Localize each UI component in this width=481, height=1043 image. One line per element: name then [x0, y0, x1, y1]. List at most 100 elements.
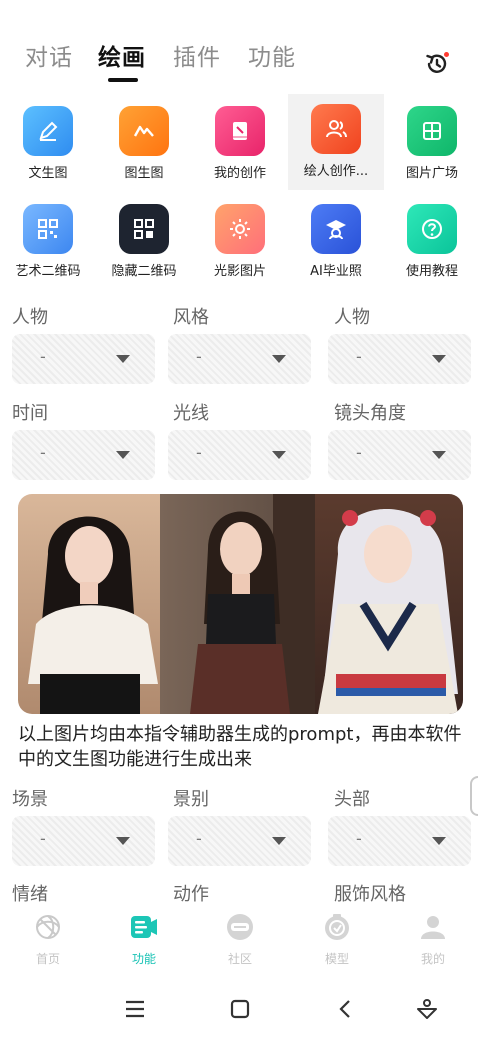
nav-label: 社区: [227, 952, 252, 966]
bottom-nav-bar: 首页 功能 社区 模型 我的: [0, 904, 481, 974]
model-icon: [325, 914, 349, 940]
dropdown-character-2[interactable]: -: [328, 334, 471, 384]
selector-label-head: 头部: [334, 789, 370, 810]
dropdown-arrow-icon: [272, 355, 286, 363]
selector-label-emotion: 情绪: [12, 884, 48, 905]
dropdown-value: -: [196, 829, 202, 848]
grid-label: AI毕业照: [310, 264, 362, 279]
grid-item-image-to-image[interactable]: 图生图: [96, 96, 192, 194]
grid-item-light-shadow[interactable]: 光影图片: [192, 194, 288, 292]
dropdown-arrow-icon: [116, 837, 130, 845]
nav-item-profile[interactable]: 我的: [403, 912, 463, 967]
dropdown-scene[interactable]: -: [12, 816, 155, 866]
side-scroll-handle[interactable]: [470, 776, 478, 816]
grid-label: 艺术二维码: [15, 264, 81, 279]
dropdown-arrow-icon: [432, 355, 446, 363]
dropdown-value: -: [196, 443, 202, 462]
selector-label-shot: 景别: [173, 789, 209, 810]
nav-item-home[interactable]: 首页: [18, 912, 78, 967]
sample-caption: 以上图片均由本指令辅助器生成的prompt，再由本软件中的文生图功能进行生成出来: [18, 724, 462, 770]
tab-chat[interactable]: 对话: [25, 38, 73, 72]
sun-icon: [215, 204, 265, 254]
graduate-icon: [311, 204, 361, 254]
grid-label: 绘人创作...: [303, 164, 369, 179]
grid-label: 图片广场: [405, 166, 458, 181]
tab-drawing[interactable]: 绘画: [98, 38, 146, 72]
book-icon: [215, 106, 265, 156]
dropdown-style[interactable]: -: [168, 334, 311, 384]
dropdown-value: -: [196, 347, 202, 366]
function-icon: [131, 916, 157, 938]
community-icon: [227, 914, 253, 940]
dropdown-arrow-icon: [432, 451, 446, 459]
grid-label: 我的创作: [213, 166, 266, 181]
mountain-icon: [119, 106, 169, 156]
help-icon: [407, 204, 457, 254]
selector-label-character: 人物: [12, 307, 48, 328]
dropdown-arrow-icon: [116, 355, 130, 363]
back-icon[interactable]: [334, 997, 358, 1021]
menu-icon[interactable]: [123, 997, 147, 1021]
tab-plugins[interactable]: 插件: [173, 38, 221, 72]
tab-functions[interactable]: 功能: [248, 38, 296, 72]
grid-item-image-plaza[interactable]: 图片广场: [384, 96, 480, 194]
selector-label-action: 动作: [173, 884, 209, 905]
nav-label: 功能: [131, 952, 156, 966]
dropdown-value: -: [356, 347, 362, 366]
grid-item-text-to-image[interactable]: 文生图: [0, 96, 96, 194]
people-icon: [311, 104, 361, 154]
dropdown-time[interactable]: -: [12, 430, 155, 480]
grid-label: 文生图: [28, 166, 68, 181]
dropdown-value: -: [40, 347, 46, 366]
grid-item-portrait-creation[interactable]: 绘人创作...: [288, 94, 384, 190]
pen-icon: [23, 106, 73, 156]
grid-label: 光影图片: [213, 264, 266, 279]
grid-label: 使用教程: [405, 264, 458, 279]
grid-item-art-qrcode[interactable]: 艺术二维码: [0, 194, 96, 292]
top-tab-bar: 对话 绘画 插件 功能: [0, 38, 481, 88]
dropdown-character[interactable]: -: [12, 334, 155, 384]
dropdown-camera-angle[interactable]: -: [328, 430, 471, 480]
selector-label-clothing-style: 服饰风格: [334, 884, 406, 905]
dropdown-value: -: [40, 443, 46, 462]
grid-item-graduation-photo[interactable]: AI毕业照: [288, 194, 384, 292]
profile-icon: [421, 916, 445, 939]
selector-label-time: 时间: [12, 403, 48, 424]
grid-label: 隐藏二维码: [111, 264, 177, 279]
selector-label-scene: 场景: [12, 789, 48, 810]
grid-item-tutorial[interactable]: 使用教程: [384, 194, 480, 292]
notification-dot: [444, 52, 449, 57]
dropdown-value: -: [356, 829, 362, 848]
dropdown-lighting[interactable]: -: [168, 430, 311, 480]
dropdown-shot[interactable]: -: [168, 816, 311, 866]
selector-label-lighting: 光线: [173, 403, 209, 424]
dropdown-arrow-icon: [272, 451, 286, 459]
qrcode-dark-icon: [119, 204, 169, 254]
dropdown-head[interactable]: -: [328, 816, 471, 866]
selector-label-camera-angle: 镜头角度: [334, 403, 406, 424]
active-tab-indicator: [108, 78, 138, 82]
assistant-icon[interactable]: [415, 997, 439, 1021]
dropdown-arrow-icon: [116, 451, 130, 459]
selector-label-style: 风格: [173, 307, 209, 328]
nav-label: 我的: [420, 952, 445, 966]
system-nav-bar: [0, 985, 481, 1033]
dropdown-value: -: [356, 443, 362, 462]
selector-label-character-2: 人物: [334, 307, 370, 328]
nav-label: 首页: [35, 952, 60, 966]
home-square-icon[interactable]: [228, 997, 252, 1021]
nav-item-model[interactable]: 模型: [307, 912, 367, 967]
dropdown-arrow-icon: [432, 837, 446, 845]
dropdown-arrow-icon: [272, 837, 286, 845]
grid-item-hidden-qrcode[interactable]: 隐藏二维码: [96, 194, 192, 292]
image-icon: [407, 106, 457, 156]
home-swirl-icon: [36, 915, 60, 939]
dropdown-value: -: [40, 829, 46, 848]
grid-item-my-creations[interactable]: 我的创作: [192, 96, 288, 194]
nav-item-functions[interactable]: 功能: [114, 912, 174, 967]
nav-item-community[interactable]: 社区: [210, 912, 270, 967]
qrcode-icon: [23, 204, 73, 254]
sample-image-banner: [18, 494, 463, 714]
nav-label: 模型: [324, 952, 349, 966]
grid-label: 图生图: [124, 166, 164, 181]
